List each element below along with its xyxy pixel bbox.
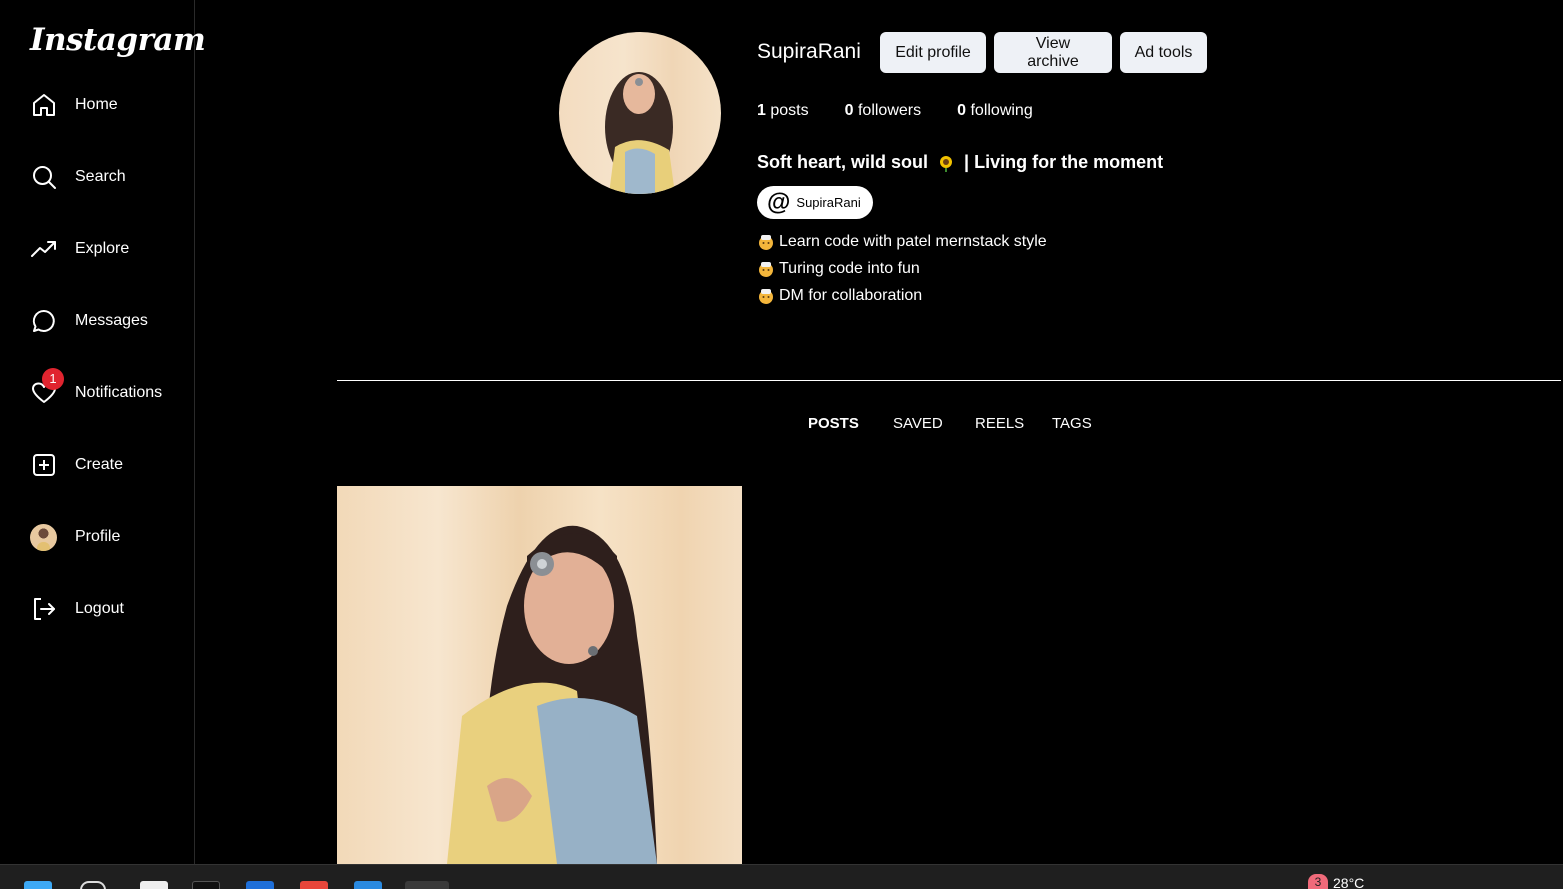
view-archive-button[interactable]: View archive: [994, 32, 1112, 73]
windows-start-icon[interactable]: [24, 881, 52, 889]
tab-posts[interactable]: POSTS: [808, 415, 859, 432]
message-icon: [30, 308, 57, 335]
tab-reels[interactable]: REELS: [975, 415, 1024, 432]
threads-icon: @: [767, 188, 791, 216]
emoji-icon: [757, 287, 775, 305]
sidebar-item-home[interactable]: Home: [30, 90, 190, 120]
search-icon: [30, 164, 57, 191]
sidebar-item-label: Messages: [75, 312, 148, 329]
ad-tools-button[interactable]: Ad tools: [1120, 32, 1207, 73]
file-explorer-icon[interactable]: [140, 881, 168, 889]
bio-line: DM for collaboration: [757, 287, 922, 305]
instagram-logo[interactable]: Instagram: [30, 22, 206, 58]
search-icon[interactable]: [80, 881, 106, 889]
sidebar-item-explore[interactable]: Explore: [30, 234, 190, 264]
heart-icon: 1: [30, 367, 64, 407]
edit-profile-button[interactable]: Edit profile: [880, 32, 986, 73]
plus-square-icon: [30, 452, 57, 479]
weather-temperature[interactable]: 28°C: [1333, 875, 1364, 889]
emoji-icon: [757, 260, 775, 278]
chrome-icon[interactable]: [300, 881, 328, 889]
sidebar-item-label: Notifications: [75, 384, 163, 401]
followers-stat[interactable]: 0 followers: [845, 102, 922, 120]
store-icon[interactable]: [246, 881, 274, 889]
posts-stat[interactable]: 1 posts: [757, 102, 809, 120]
bio-title: Soft heart, wild soul | Living for the m…: [757, 152, 1164, 173]
sidebar-item-label: Explore: [75, 240, 130, 257]
sidebar-item-label: Logout: [75, 600, 124, 617]
sidebar-item-label: Profile: [75, 528, 121, 545]
avatar: [30, 523, 57, 551]
browser-active-icon[interactable]: [405, 881, 449, 889]
sidebar-item-search[interactable]: Search: [30, 162, 190, 192]
handle-text: SupiraRani: [796, 195, 861, 210]
notification-badge: 1: [42, 367, 64, 390]
profile-username: SupiraRani: [757, 40, 861, 63]
sidebar: Instagram Home Search Explore Messages 1…: [0, 0, 206, 864]
profile-picture[interactable]: [559, 32, 721, 194]
tab-tags[interactable]: TAGS: [1052, 415, 1092, 432]
bio-line: Turing code into fun: [757, 260, 920, 278]
sidebar-item-messages[interactable]: Messages: [30, 306, 190, 336]
sidebar-item-label: Home: [75, 96, 118, 113]
terminal-icon[interactable]: [192, 881, 220, 889]
sidebar-item-create[interactable]: Create: [30, 450, 190, 480]
os-taskbar: 3 28°C: [0, 864, 1563, 889]
sidebar-item-logout[interactable]: Logout: [30, 594, 190, 624]
section-divider: [337, 380, 1561, 381]
logout-icon: [30, 596, 57, 623]
sidebar-item-label: Create: [75, 456, 124, 473]
sidebar-item-notifications[interactable]: 1 Notifications: [30, 367, 190, 408]
threads-handle-chip[interactable]: @ SupiraRani: [757, 186, 873, 219]
home-icon: [30, 92, 57, 119]
sunflower-icon: [937, 154, 955, 173]
profile-stats: 1 posts 0 followers 0 following: [757, 102, 1069, 120]
sidebar-item-label: Search: [75, 168, 126, 185]
sidebar-item-profile[interactable]: Profile: [30, 522, 190, 552]
tab-saved[interactable]: SAVED: [893, 415, 943, 432]
post-thumbnail[interactable]: [337, 486, 742, 864]
following-stat[interactable]: 0 following: [957, 102, 1033, 120]
trending-icon: [30, 236, 57, 263]
vscode-icon[interactable]: [354, 881, 382, 889]
emoji-icon: [757, 233, 775, 251]
weather-badge: 3: [1308, 874, 1328, 889]
bio-line: Learn code with patel mernstack style: [757, 233, 1047, 251]
